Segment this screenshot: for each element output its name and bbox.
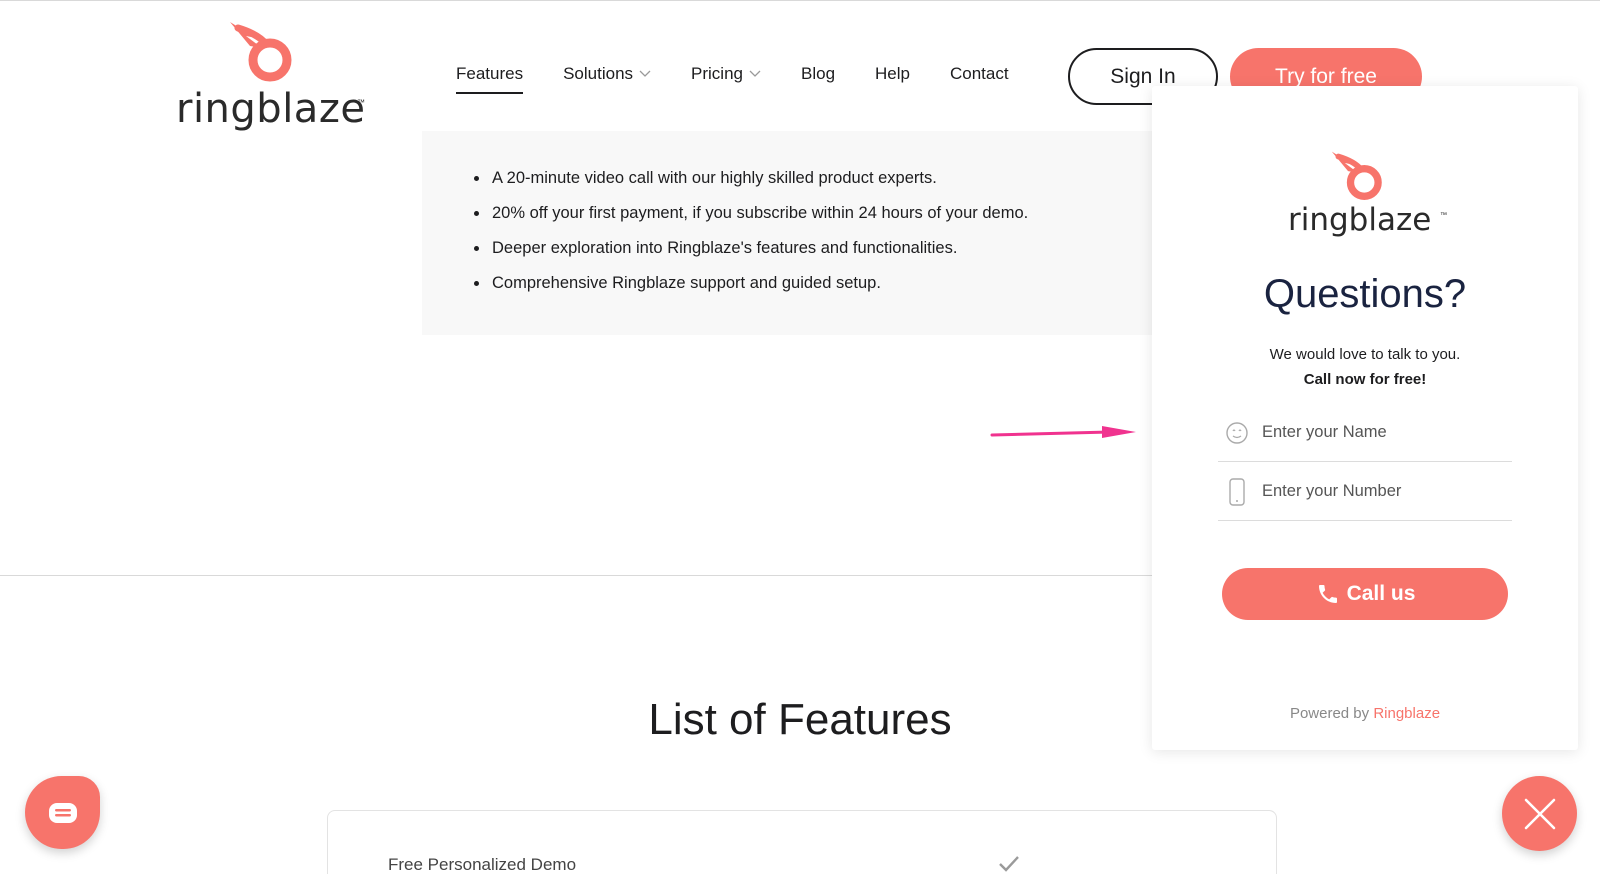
nav-contact-label: Contact bbox=[950, 64, 1009, 83]
ringblaze-link[interactable]: Ringblaze bbox=[1373, 705, 1440, 722]
chat-button[interactable] bbox=[25, 776, 100, 849]
phone-icon bbox=[1318, 585, 1337, 603]
widget-subtitle-bold: Call now for free! bbox=[1303, 371, 1427, 388]
feature-row-label: Free Personalized Demo bbox=[388, 855, 577, 874]
nav-blog[interactable]: Blog bbox=[801, 62, 835, 86]
call-us-button[interactable]: Call us bbox=[1222, 568, 1508, 620]
nav-features-label: Features bbox=[456, 64, 524, 83]
widget-title: Questions? bbox=[1263, 272, 1467, 316]
logo-wordmark: ringblaze bbox=[176, 86, 366, 132]
name-input[interactable] bbox=[1262, 423, 1492, 442]
number-field bbox=[1218, 463, 1512, 521]
nav-solutions[interactable]: Solutions bbox=[563, 62, 651, 86]
widget-logo-trademark: ™ bbox=[1440, 212, 1447, 219]
widget-logo: ringblaze ™ bbox=[1288, 150, 1448, 250]
list-item: Deeper exploration into Ringblaze's feat… bbox=[473, 231, 1028, 266]
chat-bubble-icon bbox=[48, 802, 77, 823]
nav-features[interactable]: Features bbox=[456, 62, 524, 94]
demo-benefits-box: A 20-minute video call with our highly s… bbox=[422, 131, 1162, 335]
features-table: Free Personalized Demo bbox=[327, 810, 1277, 874]
comet-logo-icon bbox=[230, 22, 292, 82]
mobile-phone-icon bbox=[1224, 477, 1250, 506]
nav-contact[interactable]: Contact bbox=[950, 62, 1009, 86]
close-icon bbox=[1524, 798, 1555, 829]
nav-help-label: Help bbox=[875, 64, 910, 83]
nav-blog-label: Blog bbox=[801, 64, 836, 83]
number-input[interactable] bbox=[1262, 482, 1492, 501]
list-item: 20% off your first payment, if you subsc… bbox=[473, 196, 1028, 231]
nav-pricing[interactable]: Pricing bbox=[691, 62, 761, 86]
comet-logo-icon bbox=[1331, 151, 1382, 200]
nav-solutions-label: Solutions bbox=[563, 64, 634, 83]
logo-trademark: ™ bbox=[357, 98, 365, 107]
list-item: Comprehensive Ringblaze support and guid… bbox=[473, 266, 1028, 301]
widget-logo-wordmark: ringblaze bbox=[1288, 202, 1432, 238]
top-border bbox=[0, 0, 1600, 1]
main-nav: Features Solutions Pricing Blog Help Con… bbox=[456, 62, 1049, 94]
name-field bbox=[1218, 404, 1512, 462]
powered-by: Powered by Ringblaze bbox=[1152, 705, 1578, 722]
checkmark-icon bbox=[999, 856, 1019, 872]
pink-arrow-icon bbox=[990, 426, 1136, 438]
chevron-down-icon bbox=[749, 70, 761, 77]
section-divider bbox=[0, 575, 1160, 576]
close-widget-button[interactable] bbox=[1502, 776, 1577, 851]
list-item: A 20-minute video call with our highly s… bbox=[473, 161, 1028, 196]
nav-pricing-label: Pricing bbox=[691, 64, 743, 83]
chevron-down-icon bbox=[639, 70, 651, 77]
nav-help[interactable]: Help bbox=[875, 62, 910, 86]
benefits-list: A 20-minute video call with our highly s… bbox=[473, 161, 1028, 301]
widget-subtitle: We would love to talk to you. bbox=[1269, 346, 1461, 363]
call-us-label: Call us bbox=[1346, 582, 1416, 605]
powered-by-prefix: Powered by bbox=[1289, 705, 1374, 722]
face-icon bbox=[1224, 420, 1250, 446]
ringblaze-logo[interactable]: ringblaze ™ bbox=[176, 20, 376, 132]
callback-widget: ringblaze ™ Questions? We would love to … bbox=[1152, 86, 1578, 750]
